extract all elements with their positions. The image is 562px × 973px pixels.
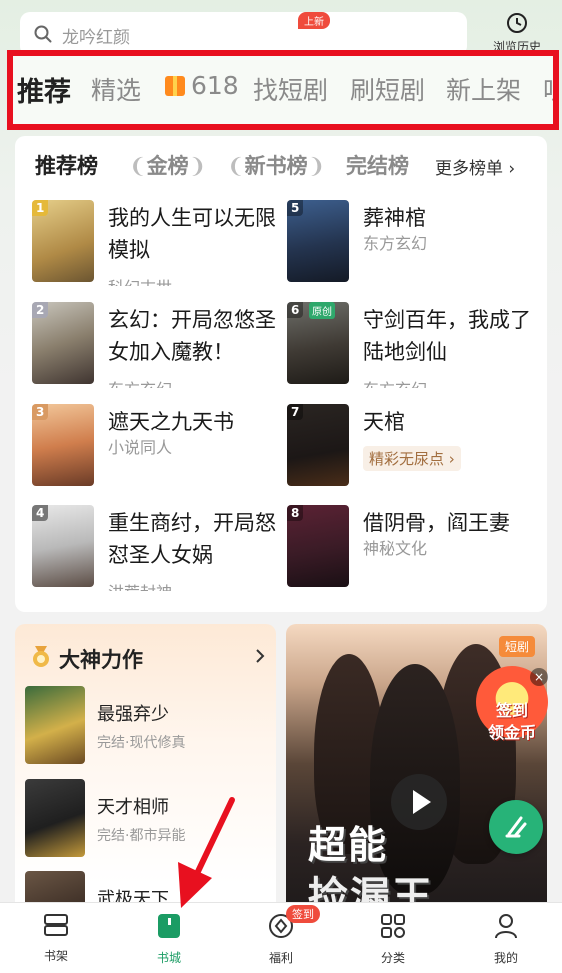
book-title: 天才相师	[97, 797, 169, 818]
book-cover: 6 原创	[287, 302, 349, 384]
tab-swipe-drama[interactable]: 刷短剧	[350, 71, 425, 107]
tab-find-drama[interactable]: 找短剧	[253, 71, 328, 107]
book-cover: 3	[32, 404, 94, 486]
rank-book-7[interactable]: 7 天棺 精彩无尿点 ›	[287, 404, 537, 490]
book-cover	[25, 686, 85, 764]
master-book-1[interactable]: 最强弃少 完结·现代修真	[25, 686, 275, 766]
book-title: 天棺	[363, 410, 405, 434]
book-cover: 8	[287, 505, 349, 587]
write-button[interactable]	[489, 800, 543, 854]
nav-profile[interactable]: 我的	[466, 913, 546, 966]
master-book-2[interactable]: 天才相师 完结·都市异能	[25, 779, 275, 859]
tab-recommend[interactable]: 推荐	[17, 70, 71, 109]
book-category: 东方玄幻	[363, 376, 427, 388]
book-title: 重生商纣，开局怒怼圣人女娲	[108, 511, 276, 567]
profile-icon	[495, 914, 517, 939]
chevron-right-icon[interactable]	[255, 648, 265, 664]
play-button[interactable]	[391, 774, 447, 830]
book-category: 科幻末世	[108, 274, 172, 286]
bottom-nav: 书架 书城 福利 签到 分类 我的	[0, 902, 562, 973]
history-button[interactable]: 浏览历史	[484, 12, 550, 56]
master-works-card: 大神力作 最强弃少 完结·现代修真 天才相师 完结·都市异能 武极天下	[15, 624, 276, 914]
book-category: 东方玄幻	[108, 376, 172, 388]
signin-float-text: 签到 领金币	[487, 701, 536, 742]
highlight-pill[interactable]: 精彩无尿点 ›	[363, 446, 461, 471]
clock-icon	[507, 13, 527, 33]
nav-category[interactable]: 分类	[353, 913, 433, 966]
rank-book-3[interactable]: 3 遮天之九天书 小说同人	[32, 404, 282, 490]
rank-book-4[interactable]: 4 重生商纣，开局怒怼圣人女娲 洪荒封神	[32, 505, 282, 591]
tab-618-label: 618	[191, 71, 239, 100]
book-title: 最强弃少	[97, 704, 169, 725]
nav-bookstore[interactable]: 书城	[129, 913, 209, 966]
book-category: 神秘文化	[363, 539, 428, 558]
rank-book-1[interactable]: 1 我的人生可以无限模拟 科幻末世	[32, 200, 282, 286]
book-title: 守剑百年，我成了陆地剑仙	[363, 308, 531, 364]
medal-icon	[33, 646, 49, 667]
top-tab-bar: 推荐 精选 618 找短剧 刷短剧 新上架 听	[13, 56, 553, 124]
more-rankings-link[interactable]: 更多榜单 ›	[435, 154, 515, 179]
rank-tab-new[interactable]: ❨新书榜❩	[227, 150, 325, 180]
rank-tab-gold[interactable]: ❨金榜❩	[129, 150, 206, 180]
drama-title-line1: 超能	[308, 823, 389, 867]
close-icon[interactable]: ×	[530, 668, 548, 686]
category-icon	[381, 914, 405, 938]
new-badge: 上新	[298, 12, 330, 29]
pen-icon	[505, 816, 527, 838]
book-cover: 1	[32, 200, 94, 282]
book-cover: 4	[32, 505, 94, 587]
book-category: 东方玄幻	[363, 234, 428, 253]
search-bar[interactable]: 龙吟红颜	[20, 12, 467, 56]
bookstore-icon	[158, 914, 180, 938]
book-category: 洪荒封神	[108, 579, 172, 591]
rank-book-5[interactable]: 5 葬神棺 东方玄幻	[287, 200, 537, 286]
drama-tag: 短剧	[498, 636, 535, 657]
rank-book-6[interactable]: 6 原创 守剑百年，我成了陆地剑仙 东方玄幻	[287, 302, 537, 388]
book-title: 我的人生可以无限模拟	[108, 206, 276, 262]
nav-bookshelf[interactable]: 书架	[16, 913, 96, 964]
rank-tab-complete[interactable]: 完结榜	[346, 150, 409, 180]
ranking-tabs: 推荐榜 ❨金榜❩ ❨新书榜❩ 完结榜 更多榜单 ›	[35, 150, 535, 180]
book-meta: 完结·都市异能	[97, 828, 186, 844]
tab-featured[interactable]: 精选	[91, 71, 141, 107]
gift-icon	[165, 76, 185, 96]
search-icon	[34, 25, 52, 43]
search-placeholder: 龙吟红颜	[62, 28, 130, 48]
rank-book-8[interactable]: 8 借阴骨，阎王妻 神秘文化	[287, 505, 537, 591]
signin-badge: 签到	[286, 905, 320, 923]
book-cover	[25, 779, 85, 857]
book-category: 小说同人	[108, 438, 173, 457]
tab-new-arrivals[interactable]: 新上架	[446, 71, 521, 107]
book-meta: 完结·现代修真	[97, 735, 186, 751]
tab-618[interactable]: 618	[165, 71, 239, 100]
book-cover: 5	[287, 200, 349, 282]
book-cover: 2	[32, 302, 94, 384]
rank-book-2[interactable]: 2 玄幻：开局忽悠圣女加入魔教！ 东方玄幻	[32, 302, 282, 388]
original-badge: 原创	[309, 302, 335, 319]
book-title: 玄幻：开局忽悠圣女加入魔教！	[108, 308, 276, 364]
bookshelf-icon	[44, 914, 68, 936]
history-label: 浏览历史	[492, 40, 541, 54]
tab-listen[interactable]: 听	[543, 71, 553, 107]
ranking-card: 推荐榜 ❨金榜❩ ❨新书榜❩ 完结榜 更多榜单 › 1 我的人生可以无限模拟 科…	[15, 136, 547, 612]
rank-tab-recommend[interactable]: 推荐榜	[35, 150, 98, 180]
book-cover: 7	[287, 404, 349, 486]
section-title: 大神力作	[59, 648, 143, 672]
